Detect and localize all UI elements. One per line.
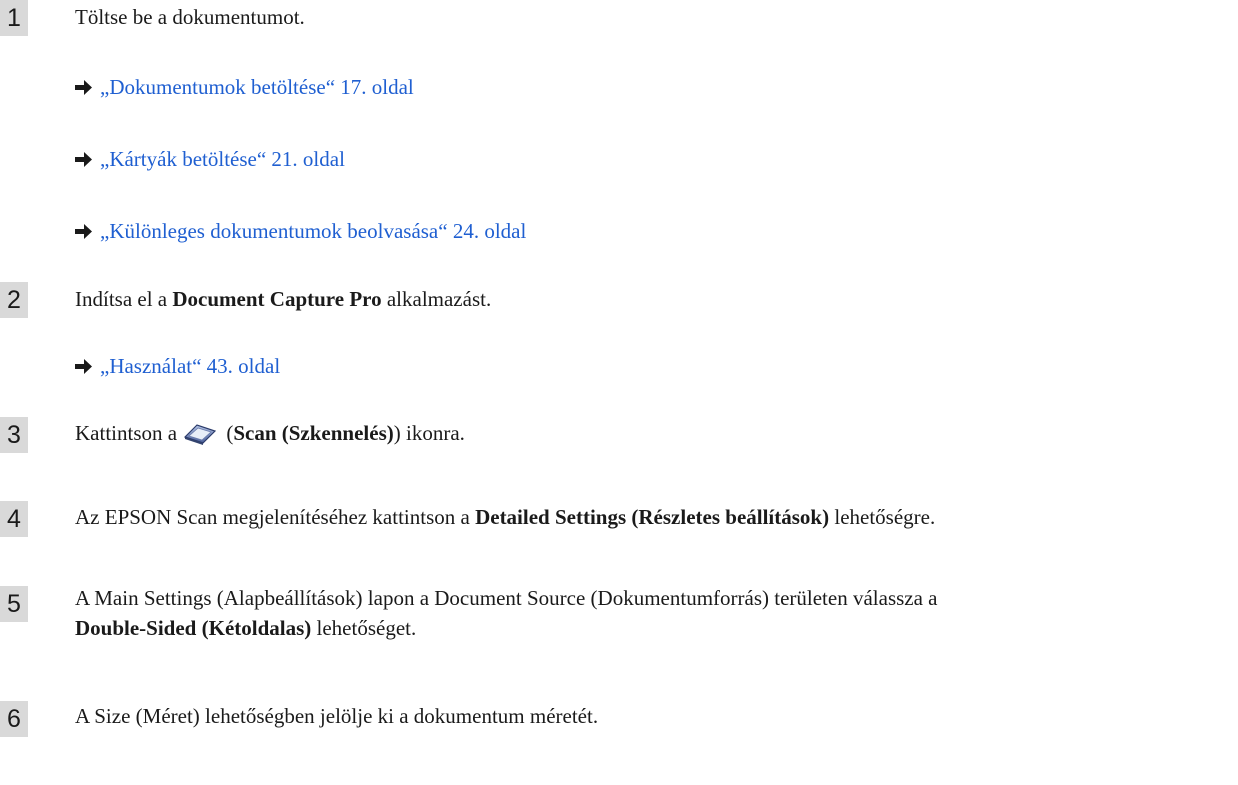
step-number-label: 1: [7, 3, 21, 32]
step-number-1: 1: [0, 0, 28, 36]
step-2-post: alkalmazást.: [381, 287, 492, 311]
link-cards-loading[interactable]: „Kártyák betöltése“ 21. oldal: [100, 144, 345, 174]
step-2-pre: Indítsa el a: [75, 287, 173, 311]
step-4-pre: Az EPSON Scan megjelenítéséhez kattintso…: [75, 505, 476, 529]
step-6-text: A Size (Méret) lehetőségben jelölje ki a…: [75, 701, 598, 731]
step-number-4: 4: [0, 501, 28, 537]
step-5-post: lehetőséget.: [311, 616, 417, 640]
right-arrow-icon: [75, 151, 92, 167]
step-1-text: Töltse be a dokumentumot.: [75, 2, 305, 32]
step-number-2: 2: [0, 282, 28, 318]
right-arrow-icon: [75, 79, 92, 95]
right-arrow-icon: [75, 223, 92, 239]
link-item-2: „Kártyák betöltése“ 21. oldal: [75, 144, 345, 174]
step-number-label: 5: [7, 589, 21, 618]
step-1-label: Töltse be a dokumentumot.: [75, 5, 305, 29]
link-item-4: „Használat“ 43. oldal: [75, 351, 280, 381]
link-usage[interactable]: „Használat“ 43. oldal: [100, 351, 280, 381]
step-5-line-1: A Main Settings (Alapbeállítások) lapon …: [75, 586, 938, 610]
right-arrow-icon: [75, 358, 92, 374]
step-3-button-name: Scan (Szkennelés): [233, 421, 394, 445]
step-number-5: 5: [0, 586, 28, 622]
step-3-text: Kattintson a (Scan (Szkennelés)) ikonra.: [75, 418, 465, 448]
step-4-option-name: Detailed Settings (Részletes beállítások…: [475, 505, 830, 529]
step-4-post: lehetőségre.: [829, 505, 936, 529]
step-number-label: 3: [7, 420, 21, 449]
step-3-paren: (: [221, 421, 234, 445]
step-number-label: 4: [7, 504, 21, 533]
step-2-app-name: Document Capture Pro: [172, 287, 382, 311]
step-5-line-2: Double-Sided (Kétoldalas) lehetőséget.: [75, 613, 938, 643]
step-5-option-name: Double-Sided (Kétoldalas): [75, 616, 312, 640]
link-item-3: „Különleges dokumentumok beolvasása“ 24.…: [75, 216, 526, 246]
step-number-3: 3: [0, 417, 28, 453]
step-4-text: Az EPSON Scan megjelenítéséhez kattintso…: [75, 502, 935, 532]
link-documents-loading[interactable]: „Dokumentumok betöltése“ 17. oldal: [100, 72, 414, 102]
step-number-label: 6: [7, 704, 21, 733]
step-6-label: A Size (Méret) lehetőségben jelölje ki a…: [75, 704, 599, 728]
step-2-text: Indítsa el a Document Capture Pro alkalm…: [75, 284, 491, 314]
step-number-label: 2: [7, 285, 21, 314]
link-item-1: „Dokumentumok betöltése“ 17. oldal: [75, 72, 414, 102]
scanner-icon: [183, 424, 217, 445]
link-special-documents[interactable]: „Különleges dokumentumok beolvasása“ 24.…: [100, 216, 526, 246]
step-3-pre: Kattintson a: [75, 421, 178, 445]
step-number-6: 6: [0, 701, 28, 737]
step-3-post: ) ikonra.: [393, 421, 465, 445]
step-5-text: A Main Settings (Alapbeállítások) lapon …: [75, 583, 938, 643]
